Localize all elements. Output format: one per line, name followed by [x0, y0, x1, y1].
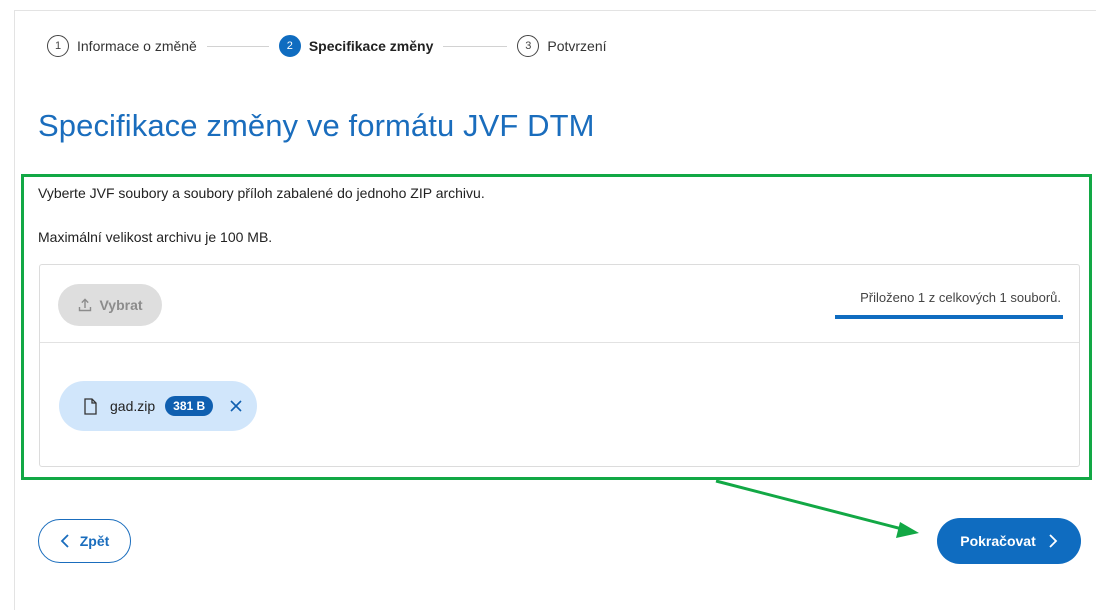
select-files-button[interactable]: Vybrat	[58, 284, 162, 326]
select-files-label: Vybrat	[99, 297, 143, 313]
upload-header: Vybrat Přiloženo 1 z celkových 1 souborů…	[40, 265, 1079, 343]
stepper-connector	[443, 45, 508, 47]
step-2-label: Specifikace změny	[308, 38, 434, 54]
file-icon	[84, 397, 97, 415]
file-upload-panel: Vybrat Přiloženo 1 z celkových 1 souborů…	[39, 264, 1080, 467]
upload-progress-text: Přiloženo 1 z celkových 1 souborů.	[860, 290, 1061, 305]
step-1-label: Informace o změně	[77, 38, 197, 54]
instruction-text: Vyberte JVF soubory a soubory příloh zab…	[38, 185, 485, 201]
upload-icon	[79, 298, 92, 312]
step-3: 3 Potvrzení	[517, 35, 607, 57]
chevron-right-icon	[1049, 534, 1058, 548]
close-icon[interactable]	[229, 399, 243, 413]
step-1-number: 1	[47, 35, 69, 57]
size-limit-text: Maximální velikost archivu je 100 MB.	[38, 229, 273, 245]
stepper-connector	[206, 45, 269, 47]
step-2: 2 Specifikace změny	[278, 35, 434, 57]
page-title: Specifikace změny ve formátu JVF DTM	[38, 108, 595, 143]
continue-button[interactable]: Pokračovat	[937, 518, 1081, 564]
chevron-left-icon	[60, 534, 69, 548]
step-3-number: 3	[517, 35, 540, 57]
back-button-label: Zpět	[79, 533, 110, 549]
step-2-number: 2	[278, 35, 301, 57]
stepper: 1 Informace o změně 2 Specifikace změny …	[47, 33, 607, 59]
back-button[interactable]: Zpět	[38, 519, 131, 563]
file-chip: gad.zip 381 B	[59, 381, 258, 431]
continue-button-label: Pokračovat	[960, 533, 1036, 549]
step-3-label: Potvrzení	[547, 38, 607, 54]
upload-progress-bar	[835, 315, 1063, 319]
file-name: gad.zip	[110, 398, 156, 414]
file-size-badge: 381 B	[165, 396, 214, 416]
step-1: 1 Informace o změně	[47, 35, 197, 57]
upload-progress-fill	[835, 315, 1063, 319]
